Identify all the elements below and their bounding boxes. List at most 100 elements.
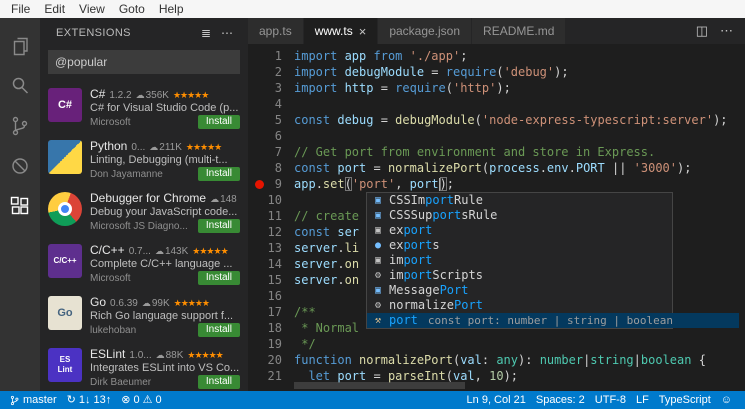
- code-editor[interactable]: 1import app from './app';2import debugMo…: [248, 44, 745, 391]
- code-text[interactable]: import debugModule = require('debug');: [294, 64, 569, 80]
- menu-help[interactable]: Help: [152, 0, 191, 18]
- gutter[interactable]: 9: [248, 176, 294, 192]
- extension-item[interactable]: Debugger for Chrome☁148Debug your JavaSc…: [40, 186, 248, 238]
- suggestion-item[interactable]: ⚙normalizePort: [367, 298, 672, 313]
- menu-view[interactable]: View: [72, 0, 112, 18]
- extension-item[interactable]: C/C++C/C++0.7...☁143K★★★★★Complete C/C++…: [40, 238, 248, 290]
- suggestion-item[interactable]: ▣CSSSupportsRule: [367, 208, 672, 223]
- code-text[interactable]: server.on: [294, 256, 359, 272]
- branch-indicator[interactable]: master: [4, 394, 62, 407]
- suggestion-label: import: [389, 253, 432, 268]
- extension-item[interactable]: C#C#1.2.2☁356K★★★★★C# for Visual Studio …: [40, 82, 248, 134]
- code-text[interactable]: // create: [294, 208, 359, 224]
- tab-package-json[interactable]: package.json: [378, 18, 472, 44]
- extension-item[interactable]: Python0...☁211K★★★★★Linting, Debugging (…: [40, 134, 248, 186]
- suggestion-label: export: [389, 223, 432, 238]
- split-editor-icon[interactable]: ◫: [696, 23, 708, 39]
- line-number: 12: [268, 224, 282, 240]
- code-text[interactable]: function normalizePort(val: any): number…: [294, 352, 706, 368]
- tab-readme-md[interactable]: README.md: [472, 18, 566, 44]
- gutter[interactable]: 17: [248, 304, 294, 320]
- install-button[interactable]: Install: [198, 323, 240, 337]
- gutter[interactable]: 11: [248, 208, 294, 224]
- gutter[interactable]: 20: [248, 352, 294, 368]
- menu-file[interactable]: File: [4, 0, 37, 18]
- gutter[interactable]: 6: [248, 128, 294, 144]
- gutter[interactable]: 4: [248, 96, 294, 112]
- gutter[interactable]: 21: [248, 368, 294, 384]
- extensions-search-input[interactable]: [48, 50, 240, 74]
- class-icon: ▣: [371, 208, 385, 223]
- eol-indicator[interactable]: LF: [631, 394, 654, 406]
- extension-item[interactable]: GoGo0.6.39☁99K★★★★★Rich Go language supp…: [40, 290, 248, 342]
- problems-indicator[interactable]: ⊗ 0 ⚠ 0: [116, 394, 166, 406]
- gutter[interactable]: 14: [248, 256, 294, 272]
- tab-app-ts[interactable]: app.ts: [248, 18, 304, 44]
- code-text[interactable]: /**: [294, 304, 316, 320]
- code-text[interactable]: const debug = debugModule('node-express-…: [294, 112, 728, 128]
- more-actions-icon[interactable]: ⋯: [720, 23, 733, 39]
- code-text[interactable]: */: [294, 336, 316, 352]
- filter-icon[interactable]: ≣: [196, 26, 216, 40]
- code-text[interactable]: // Get port from environment and store i…: [294, 144, 655, 160]
- gutter[interactable]: 10: [248, 192, 294, 208]
- gutter[interactable]: 13: [248, 240, 294, 256]
- gutter[interactable]: 15: [248, 272, 294, 288]
- suggestion-item[interactable]: ⚙importScripts: [367, 268, 672, 283]
- downloads-count: 143K: [165, 246, 188, 257]
- menu-edit[interactable]: Edit: [37, 0, 72, 18]
- code-text[interactable]: import http = require('http');: [294, 80, 511, 96]
- debug-icon[interactable]: [8, 154, 32, 178]
- gutter[interactable]: 7: [248, 144, 294, 160]
- suggestion-item[interactable]: ▣export: [367, 223, 672, 238]
- sync-indicator[interactable]: ↻ 1↓ 13↑: [62, 394, 117, 406]
- extension-publisher: Dirk Baeumer: [90, 377, 198, 388]
- rating-stars: ★★★★★: [187, 350, 222, 361]
- encoding-indicator[interactable]: UTF-8: [590, 394, 631, 406]
- install-button[interactable]: Install: [198, 115, 240, 129]
- gutter[interactable]: 2: [248, 64, 294, 80]
- tab-www-ts[interactable]: www.ts ×: [304, 18, 379, 44]
- extension-item[interactable]: ES LintESLint1.0...☁88K★★★★★Integrates E…: [40, 342, 248, 391]
- code-text[interactable]: app.set('port', port);: [294, 176, 454, 192]
- scrollbar-handle[interactable]: [294, 382, 465, 389]
- extensions-icon[interactable]: [8, 194, 32, 218]
- close-icon[interactable]: ×: [359, 25, 367, 38]
- gutter[interactable]: 19: [248, 336, 294, 352]
- install-button[interactable]: Install: [198, 219, 240, 233]
- install-button[interactable]: Install: [198, 375, 240, 389]
- gutter[interactable]: 8: [248, 160, 294, 176]
- gutter[interactable]: 16: [248, 288, 294, 304]
- code-text[interactable]: * Normal: [294, 320, 359, 336]
- more-actions-icon[interactable]: ⋯: [216, 26, 238, 40]
- suggestion-item[interactable]: ●exports: [367, 238, 672, 253]
- indentation-indicator[interactable]: Spaces: 2: [531, 394, 590, 406]
- suggestion-item[interactable]: ⚒portconst port: number | string | boole…: [367, 313, 739, 328]
- gutter[interactable]: 12: [248, 224, 294, 240]
- menu-goto[interactable]: Goto: [112, 0, 152, 18]
- error-count: 0: [133, 394, 139, 406]
- suggestion-item[interactable]: ▣MessagePort: [367, 283, 672, 298]
- suggestion-item[interactable]: ▣CSSImportRule: [367, 193, 672, 208]
- horizontal-scrollbar[interactable]: [294, 382, 743, 389]
- language-mode[interactable]: TypeScript: [654, 394, 716, 406]
- code-text[interactable]: import app from './app';: [294, 48, 467, 64]
- code-text[interactable]: const port = normalizePort(process.env.P…: [294, 160, 691, 176]
- gutter[interactable]: 18: [248, 320, 294, 336]
- source-control-icon[interactable]: [8, 114, 32, 138]
- feedback-smiley-icon[interactable]: ☺: [716, 395, 737, 406]
- suggestion-item[interactable]: ▣import: [367, 253, 672, 268]
- gutter[interactable]: 3: [248, 80, 294, 96]
- explorer-icon[interactable]: [8, 34, 32, 58]
- code-text[interactable]: server.on: [294, 272, 359, 288]
- install-button[interactable]: Install: [198, 167, 240, 181]
- sync-icon: ↻: [67, 395, 76, 406]
- gutter[interactable]: 1: [248, 48, 294, 64]
- install-button[interactable]: Install: [198, 271, 240, 285]
- gutter[interactable]: 5: [248, 112, 294, 128]
- search-icon[interactable]: [8, 74, 32, 98]
- code-line: 20function normalizePort(val: any): numb…: [248, 352, 745, 368]
- cursor-position[interactable]: Ln 9, Col 21: [462, 394, 531, 406]
- code-text[interactable]: const ser: [294, 224, 359, 240]
- code-text[interactable]: server.li: [294, 240, 359, 256]
